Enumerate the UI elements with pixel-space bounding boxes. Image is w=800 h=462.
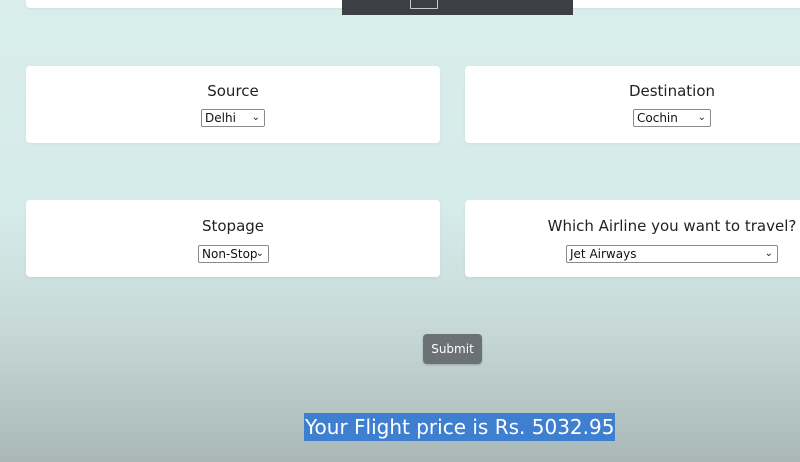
airline-label: Which Airline you want to travel? (547, 217, 797, 235)
stopage-select-value: Non-Stop (202, 247, 258, 261)
source-card: Source Delhi ⌄ (26, 66, 440, 143)
source-select-value: Delhi (205, 111, 236, 125)
chevron-down-icon: ⌄ (764, 248, 773, 259)
source-label: Source (207, 82, 259, 100)
airline-select[interactable]: Jet Airways ⌄ (566, 245, 778, 263)
stopage-select[interactable]: Non-Stop ⌄ (198, 245, 269, 263)
destination-card: Destination Cochin ⌄ (465, 66, 800, 143)
chevron-down-icon: ⌄ (251, 112, 260, 123)
stopage-label: Stopage (201, 217, 265, 235)
stopage-card: Stopage Non-Stop ⌄ (26, 200, 440, 277)
chevron-down-icon: ⌄ (255, 248, 264, 259)
airline-select-value: Jet Airways (570, 247, 637, 261)
flight-price-result: Your Flight price is Rs. 5032.95 (304, 413, 616, 441)
destination-select[interactable]: Cochin ⌄ (633, 109, 711, 127)
destination-label: Destination (628, 82, 716, 100)
top-toolbar (342, 0, 573, 15)
destination-select-value: Cochin (637, 111, 678, 125)
toolbar-box (410, 0, 438, 9)
source-select[interactable]: Delhi ⌄ (201, 109, 265, 127)
submit-button[interactable]: Submit (423, 334, 482, 364)
chevron-down-icon: ⌄ (697, 112, 706, 123)
airline-card: Which Airline you want to travel? Jet Ai… (465, 200, 800, 277)
